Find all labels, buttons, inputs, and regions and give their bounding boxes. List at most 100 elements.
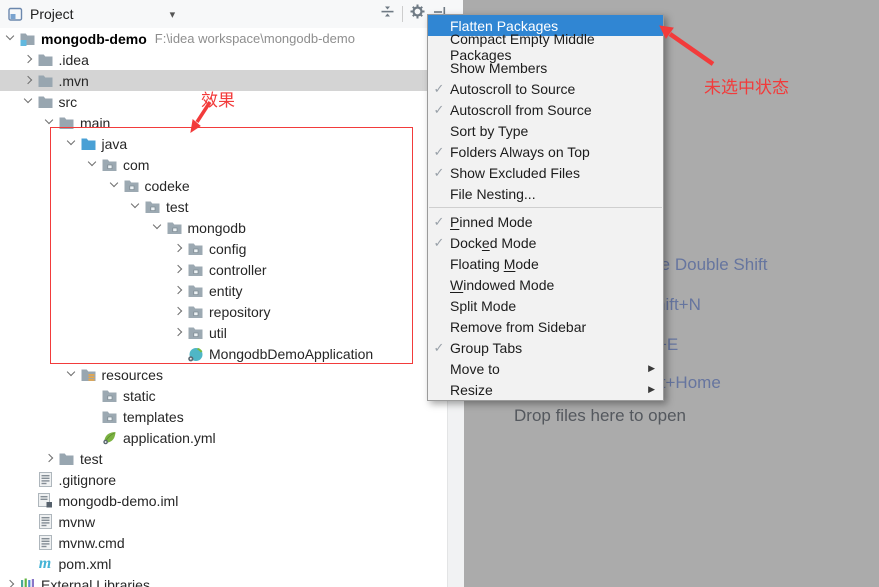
folder-icon (58, 451, 75, 467)
chevron-expanded-icon[interactable] (22, 95, 35, 108)
chevron-expanded-icon[interactable] (4, 32, 17, 45)
checkmark-icon: ✓ (428, 340, 450, 356)
tree-row-external-libraries[interactable]: External Libraries (0, 574, 447, 587)
indent-spacer (22, 473, 35, 486)
chevron-collapsed-icon[interactable] (22, 53, 35, 66)
tree-row-com[interactable]: com (0, 154, 447, 175)
tree-label: controller (209, 262, 267, 278)
tree-row-mvnw[interactable]: mvnw (0, 511, 447, 532)
menu-item-label: Windowed Mode (450, 277, 554, 293)
maven-file-icon: m (37, 556, 54, 572)
menu-item-show-excluded-files[interactable]: ✓Show Excluded Files (428, 162, 663, 183)
tree-row-java[interactable]: java (0, 133, 447, 154)
checkmark-icon: ✓ (428, 81, 450, 97)
tree-row-mvnw-cmd[interactable]: mvnw.cmd (0, 532, 447, 553)
menu-item-split-mode[interactable]: Split Mode (428, 295, 663, 316)
chevron-collapsed-icon[interactable] (22, 74, 35, 87)
tree-row-entity[interactable]: entity (0, 280, 447, 301)
tree-label: config (209, 241, 246, 257)
chevron-expanded-icon[interactable] (43, 116, 56, 129)
chevron-collapsed-icon[interactable] (4, 578, 17, 587)
tree-row-static[interactable]: static (0, 385, 447, 406)
menu-item-remove-from-sidebar[interactable]: Remove from Sidebar (428, 316, 663, 337)
chevron-expanded-icon[interactable] (65, 368, 78, 381)
checkmark-icon: ✓ (428, 214, 450, 230)
chevron-expanded-icon[interactable] (86, 158, 99, 171)
libraries-icon (19, 577, 36, 587)
menu-item-resize[interactable]: Resize▶ (428, 379, 663, 400)
tree-row-test[interactable]: test (0, 196, 447, 217)
menu-item-label: Autoscroll to Source (450, 81, 575, 97)
tree-row-mongodb-demo[interactable]: mongodb-demoF:\idea workspace\mongodb-de… (0, 28, 447, 49)
indent-spacer (86, 431, 99, 444)
chevron-collapsed-icon[interactable] (172, 242, 185, 255)
menu-item-docked-mode[interactable]: ✓Docked Mode (428, 232, 663, 253)
chevron-expanded-icon[interactable] (65, 137, 78, 150)
indent-spacer (172, 347, 185, 360)
tree-row-util[interactable]: util (0, 322, 447, 343)
menu-item-label: Group Tabs (450, 340, 522, 356)
menu-item-sort-by-type[interactable]: Sort by Type (428, 120, 663, 141)
tree-row-config[interactable]: config (0, 238, 447, 259)
tree-row-repository[interactable]: repository (0, 301, 447, 322)
folder-icon (37, 94, 54, 110)
menu-item-label: Compact Empty Middle Packages (450, 31, 655, 63)
menu-item-folders-always-on-top[interactable]: ✓Folders Always on Top (428, 141, 663, 162)
tree-row-mongodb[interactable]: mongodb (0, 217, 447, 238)
tree-row-test[interactable]: test (0, 448, 447, 469)
folder-icon (37, 52, 54, 68)
tree-row-controller[interactable]: controller (0, 259, 447, 280)
menu-item-windowed-mode[interactable]: Windowed Mode (428, 274, 663, 295)
chevron-collapsed-icon[interactable] (43, 452, 56, 465)
chevron-expanded-icon[interactable] (129, 200, 142, 213)
chevron-down-icon[interactable]: ▾ (170, 8, 176, 21)
menu-item-autoscroll-from-source[interactable]: ✓Autoscroll from Source (428, 99, 663, 120)
chevron-collapsed-icon[interactable] (172, 263, 185, 276)
chevron-collapsed-icon[interactable] (172, 326, 185, 339)
tree-row-mongodbdemoapplication[interactable]: MongodbDemoApplication (0, 343, 447, 364)
package-icon (144, 199, 161, 215)
settings-gear-icon[interactable] (410, 4, 426, 24)
tree-label: templates (123, 409, 184, 425)
tree-label: com (123, 157, 149, 173)
tree-row-gitignore[interactable]: .gitignore (0, 469, 447, 490)
tree-label: src (59, 94, 78, 110)
tree-row-templates[interactable]: templates (0, 406, 447, 427)
collapse-all-icon[interactable] (380, 4, 395, 24)
chevron-expanded-icon[interactable] (108, 179, 121, 192)
menu-item-file-nesting[interactable]: File Nesting... (428, 183, 663, 204)
tree-label: java (102, 136, 128, 152)
chevron-collapsed-icon[interactable] (172, 284, 185, 297)
package-icon (166, 220, 183, 236)
chevron-expanded-icon[interactable] (151, 221, 164, 234)
project-tree: mongodb-demoF:\idea workspace\mongodb-de… (0, 28, 447, 587)
tree-row-main[interactable]: main (0, 112, 447, 133)
menu-item-autoscroll-to-source[interactable]: ✓Autoscroll to Source (428, 78, 663, 99)
menu-item-move-to[interactable]: Move to▶ (428, 358, 663, 379)
tree-row-resources[interactable]: resources (0, 364, 447, 385)
unselected-arrow (660, 26, 713, 64)
tree-label: util (209, 325, 227, 341)
tree-label: codeke (145, 178, 190, 194)
menu-item-floating-mode[interactable]: Floating Mode (428, 253, 663, 274)
tree-row-codeke[interactable]: codeke (0, 175, 447, 196)
tree-label: application.yml (123, 430, 216, 446)
menu-item-compact-empty-middle-packages[interactable]: Compact Empty Middle Packages (428, 36, 663, 57)
text-file-icon (37, 535, 54, 551)
checkmark-icon: ✓ (428, 235, 450, 251)
chevron-collapsed-icon[interactable] (172, 305, 185, 318)
tree-row-idea[interactable]: .idea (0, 49, 447, 70)
indent-spacer (22, 557, 35, 570)
toolwindow-title: Project (30, 6, 74, 22)
menu-item-pinned-mode[interactable]: ✓Pinned Mode (428, 211, 663, 232)
tree-row-pom-xml[interactable]: mpom.xml (0, 553, 447, 574)
annotation-effect-label: 效果 (201, 86, 235, 111)
checkmark-icon: ✓ (428, 102, 450, 118)
tree-row-application-yml[interactable]: application.yml (0, 427, 447, 448)
package-icon (187, 283, 204, 299)
tree-label: .mvn (59, 73, 89, 89)
tree-row-mongodb-demo-iml[interactable]: mongodb-demo.iml (0, 490, 447, 511)
menu-item-group-tabs[interactable]: ✓Group Tabs (428, 337, 663, 358)
shortcut-fragment: lt+Home (657, 373, 721, 393)
module-file-icon (37, 493, 54, 509)
